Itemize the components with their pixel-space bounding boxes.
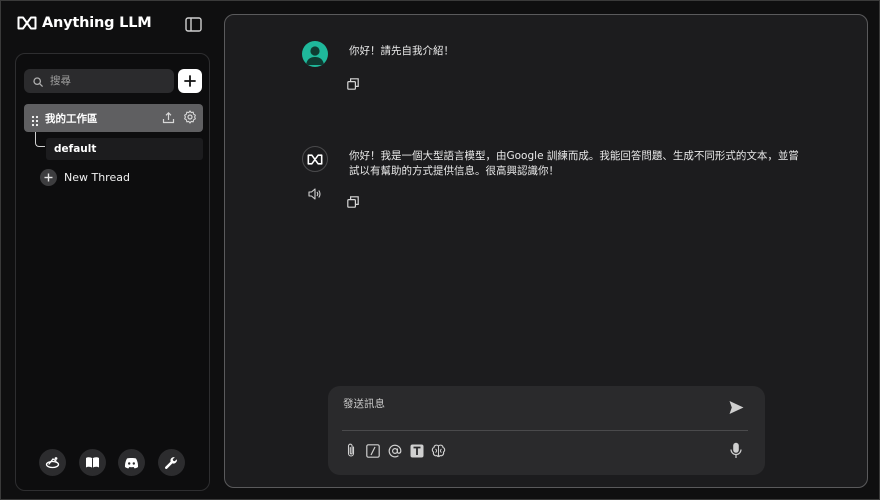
sidebar: 我的工作區 default xyxy=(15,53,210,491)
speaker-icon[interactable] xyxy=(308,185,322,200)
thread-connector-line xyxy=(35,132,45,147)
docs-book-icon[interactable] xyxy=(78,449,106,476)
chat-panel: 你好！請先自我介紹！ 你好！我是一個大型語言模型，由Google 訓練而成。我能… xyxy=(224,14,868,488)
user-avatar-icon xyxy=(302,41,328,67)
copy-icon[interactable] xyxy=(347,193,359,208)
community-hub-icon[interactable] xyxy=(39,449,66,476)
copy-icon[interactable] xyxy=(347,75,359,90)
send-icon[interactable] xyxy=(728,399,745,416)
message-text: 你好！請先自我介紹！ xyxy=(349,45,454,57)
message-text: 你好！我是一個大型語言模型，由Google 訓練而成。我能回答問題、生成不同形式… xyxy=(349,150,799,177)
settings-wrench-icon[interactable] xyxy=(157,449,185,476)
discord-icon[interactable] xyxy=(118,449,145,476)
app-brand: Anything LLM xyxy=(17,15,152,31)
workspace-search[interactable] xyxy=(24,69,174,93)
anythingllm-logo-icon xyxy=(17,16,37,30)
assistant-avatar-icon xyxy=(302,146,328,172)
at-mention-icon[interactable] xyxy=(387,443,402,458)
composer-divider xyxy=(342,430,748,431)
drag-handle-icon[interactable] xyxy=(31,112,39,127)
plus-icon xyxy=(184,75,196,87)
workspace-name: 我的工作區 xyxy=(45,112,98,125)
search-icon xyxy=(33,72,43,91)
app-name: Anything LLM xyxy=(42,15,152,31)
plus-icon xyxy=(40,169,57,186)
agent-brain-icon[interactable] xyxy=(431,443,446,458)
sidebar-footer xyxy=(39,449,185,476)
new-thread-label: New Thread xyxy=(64,171,130,184)
thread-name: default xyxy=(54,143,97,155)
sidebar-toggle-icon[interactable] xyxy=(185,17,202,32)
upload-icon[interactable] xyxy=(162,109,175,128)
workspace-item[interactable]: 我的工作區 xyxy=(24,104,203,132)
workspace-settings-gear-icon[interactable] xyxy=(183,109,197,128)
composer-tools xyxy=(343,443,446,458)
thread-item[interactable]: default xyxy=(46,138,203,160)
new-thread-button[interactable]: New Thread xyxy=(40,169,130,186)
message-composer xyxy=(328,386,765,475)
attach-icon[interactable] xyxy=(343,443,358,458)
slash-command-icon[interactable] xyxy=(365,443,380,458)
text-size-icon[interactable] xyxy=(409,443,424,458)
microphone-icon[interactable] xyxy=(729,442,743,459)
new-workspace-button[interactable] xyxy=(178,69,202,93)
message-input[interactable] xyxy=(343,396,703,418)
search-input[interactable] xyxy=(50,75,160,87)
